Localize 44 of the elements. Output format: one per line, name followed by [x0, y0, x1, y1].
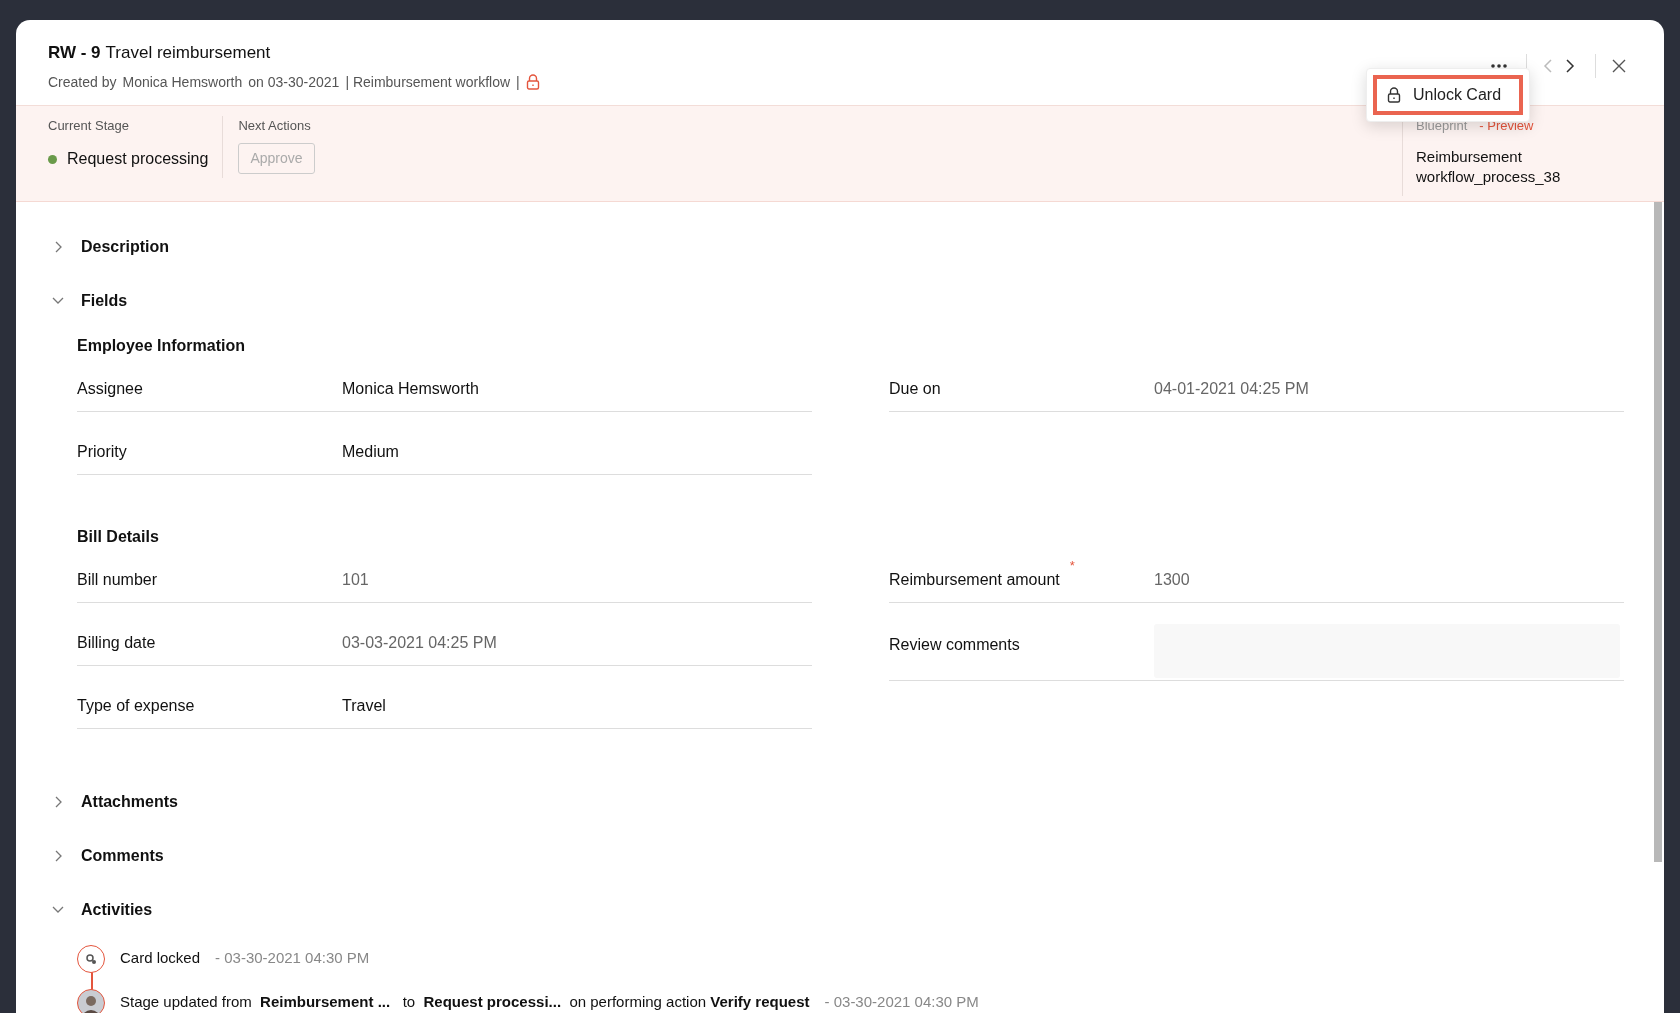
group-title: Bill Details: [77, 526, 160, 547]
scrollbar[interactable]: [1654, 201, 1662, 862]
field-value: 03-03-2021 04:25 PM: [342, 632, 497, 653]
next-actions-label: Next Actions: [238, 116, 312, 135]
chevron-down-icon: [52, 905, 64, 914]
field-label: Assignee: [77, 379, 143, 397]
field-value: Monica Hemsworth: [342, 378, 479, 399]
workflow-name: | Reimbursement workflow: [345, 72, 511, 92]
field-label: Type of expense: [77, 696, 195, 714]
blueprint-label: Blueprint: [1416, 116, 1468, 135]
field-label: Billing date: [77, 633, 156, 651]
group-title: Employee Information: [77, 335, 247, 356]
lock-icon: [1387, 87, 1401, 103]
card-title: Travel reimbursement: [105, 43, 271, 62]
activity-time: - 03-30-2021 04:30 PM: [215, 948, 370, 969]
activity-text: Stage updated from Reimbursement ... to Request processi... on performing action Verify request: [120, 992, 810, 1013]
section-header[interactable]: Fields: [48, 273, 128, 328]
unlock-card-menu-item[interactable]: Unlock Card: [1373, 75, 1523, 115]
required-mark: *: [1069, 556, 1075, 575]
separator: |: [516, 72, 520, 92]
section-header[interactable]: Description: [48, 219, 169, 274]
section-header[interactable]: Attachments: [48, 774, 178, 829]
field-label: Due on: [889, 379, 941, 397]
section-header[interactable]: Activities: [48, 882, 153, 937]
author-name[interactable]: Monica Hemsworth: [122, 71, 243, 93]
field-value: Medium: [342, 441, 399, 462]
current-stage-label: Current Stage: [48, 116, 130, 135]
current-stage: Request processing: [67, 149, 209, 169]
card-key: RW - 9: [48, 43, 101, 62]
created-by-label: Created by: [48, 72, 117, 92]
field-value: 1300: [1154, 569, 1190, 590]
field-label: Reimbursement amount: [889, 570, 1060, 588]
field-value: 101: [342, 569, 369, 590]
activity-text: Card locked: [120, 948, 201, 969]
blueprint-name: Reimbursement workflow_process_38: [1416, 147, 1562, 187]
field-value: Travel: [342, 695, 386, 716]
field-label: Review comments: [889, 636, 1020, 653]
created-date: on 03-30-2021: [248, 72, 340, 92]
field-label: Priority: [77, 442, 127, 460]
field-value: 04-01-2021 04:25 PM: [1154, 378, 1309, 399]
chevron-down-icon: [52, 296, 64, 305]
section-header[interactable]: Comments: [48, 828, 164, 883]
field-label: Bill number: [77, 570, 158, 588]
activity-time: - 03-30-2021 04:30 PM: [824, 992, 979, 1013]
